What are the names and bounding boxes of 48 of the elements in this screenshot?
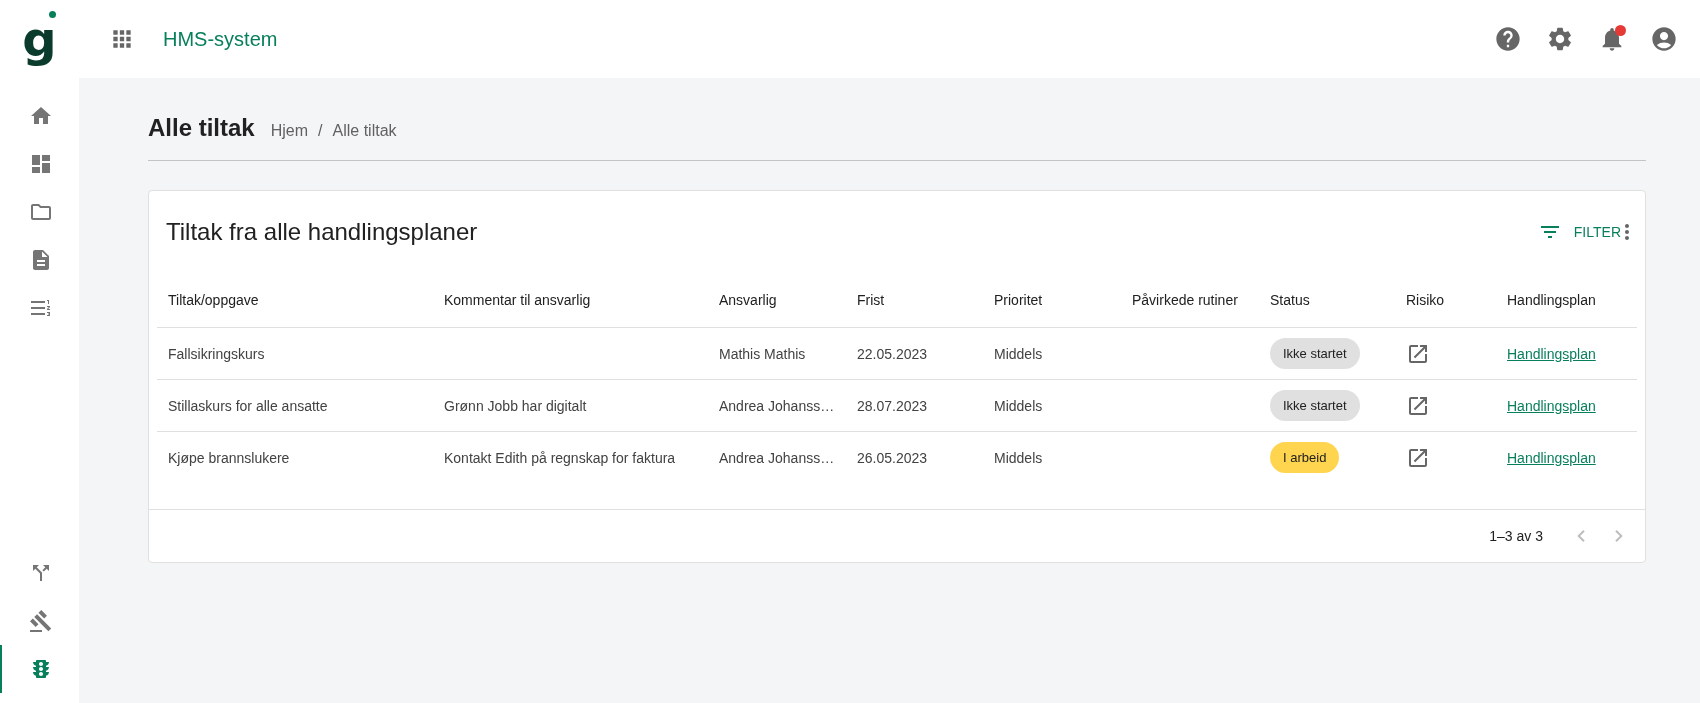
table-cell: Andrea Johanss…	[708, 379, 846, 432]
table-cell: Kontakt Edith på regnskap for faktura	[433, 431, 708, 483]
column-header: Risiko	[1395, 273, 1496, 328]
column-header: Påvirkede rutiner	[1121, 273, 1259, 328]
more-icon	[1625, 224, 1629, 240]
page-title: Alle tiltak	[148, 114, 255, 142]
table-cell: 26.05.2023	[846, 431, 983, 483]
plan-link[interactable]: Handlingsplan	[1507, 449, 1596, 466]
table-cell: Middels	[983, 379, 1121, 432]
chevron-right-icon	[1615, 530, 1623, 542]
table-cell: Kjøpe brannslukere	[157, 431, 433, 483]
status-chip: Ikke startet	[1270, 390, 1360, 421]
table-cell: Mathis Mathis	[708, 327, 846, 380]
more-button[interactable]	[1625, 224, 1629, 240]
breadcrumb-separator: /	[318, 122, 323, 140]
help-button[interactable]	[1494, 25, 1522, 53]
breadcrumb-link[interactable]: Hjem	[270, 122, 309, 140]
gavel-icon	[28, 609, 53, 633]
table-cell: Middels	[983, 431, 1121, 483]
app-title: HMS-system	[163, 27, 278, 51]
table-cell: Middels	[983, 327, 1121, 380]
chevron-left-icon	[1577, 530, 1585, 542]
table-cell: Andrea Johanss…	[708, 431, 846, 483]
settings-icon	[1546, 25, 1574, 53]
column-header: Status	[1259, 273, 1395, 328]
column-header: Frist	[846, 273, 983, 328]
column-header: Ansvarlig	[708, 273, 846, 328]
status-chip: Ikke startet	[1270, 338, 1360, 369]
card-title: Tiltak fra alle handlingsplaner	[166, 218, 478, 246]
table-cell: 22.05.2023	[846, 327, 983, 380]
breadcrumb-link[interactable]: Alle tiltak	[332, 122, 397, 140]
help-icon	[1494, 25, 1522, 53]
filter-button[interactable]: FILTER	[1533, 216, 1625, 248]
account-button[interactable]	[1650, 25, 1678, 53]
table-cell: Fallsikringskurs	[157, 327, 433, 380]
column-header: Tiltak/oppgave	[157, 273, 433, 328]
plan-link[interactable]: Handlingsplan	[1507, 345, 1596, 362]
column-header: Prioritet	[983, 273, 1121, 328]
account-icon	[1650, 25, 1678, 53]
plan-link[interactable]: Handlingsplan	[1507, 397, 1596, 414]
table-cell: Stillaskurs for alle ansatte	[157, 379, 433, 432]
column-header: Kommentar til ansvarlig	[433, 273, 708, 328]
status-chip: I arbeid	[1270, 442, 1340, 473]
table-cell: Grønn Jobb har digitalt	[433, 379, 708, 432]
column-header: Handlingsplan	[1496, 273, 1637, 328]
settings-button[interactable]	[1546, 25, 1574, 53]
pagination-range: 1–3 av 3	[1489, 528, 1543, 544]
table-cell: 28.07.2023	[846, 379, 983, 432]
